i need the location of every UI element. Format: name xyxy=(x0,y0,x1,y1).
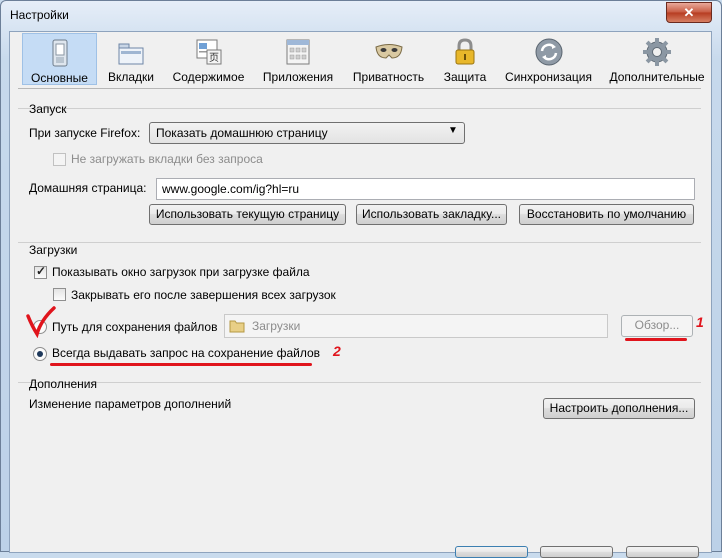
homepage-label: Домашняя страница: xyxy=(29,181,147,195)
homepage-value: www.google.com/ig?hl=ru xyxy=(162,182,300,196)
show-downloads-window-checkbox[interactable] xyxy=(34,264,47,279)
startup-section-title: Запуск xyxy=(29,102,67,116)
annotation-number-2: 2 xyxy=(333,343,341,359)
annotation-number-1: 1 xyxy=(696,314,704,330)
ok-button[interactable] xyxy=(455,546,528,558)
svg-text:页: 页 xyxy=(209,52,219,64)
chevron-down-icon: ▼ xyxy=(448,125,458,136)
close-icon: ✕ xyxy=(683,5,695,20)
tab-label: Защита xyxy=(443,70,487,84)
toolbar-separator xyxy=(18,88,701,89)
content-icon: 页 xyxy=(196,39,221,65)
cancel-button[interactable] xyxy=(540,546,613,558)
tab-privacy[interactable]: Приватность xyxy=(350,33,427,85)
on-start-select[interactable]: Показать домашнюю страницу ▼ xyxy=(149,122,465,144)
close-button[interactable]: ✕ xyxy=(666,2,712,23)
downloads-section-title: Загрузки xyxy=(29,243,78,257)
downloads-group-line xyxy=(18,242,701,243)
window-title: Настройки xyxy=(10,8,69,22)
gear-icon xyxy=(643,38,671,66)
tab-security[interactable]: Защита xyxy=(438,33,492,85)
sync-icon xyxy=(535,38,562,66)
folder-icon xyxy=(229,320,245,333)
addons-group-line xyxy=(18,382,701,383)
main-switch-icon xyxy=(52,39,67,67)
show-downloads-window-label: Показывать окно загрузок при загрузке фа… xyxy=(52,265,310,279)
homepage-input[interactable]: www.google.com/ig?hl=ru xyxy=(156,178,695,200)
title-bar[interactable]: Настройки ✕ xyxy=(1,1,721,29)
use-current-page-button[interactable]: Использовать текущую страницу xyxy=(149,204,346,225)
tab-sync[interactable]: Синхронизация xyxy=(501,33,596,85)
on-start-value: Показать домашнюю страницу xyxy=(156,126,328,140)
close-after-downloads-label: Закрывать его после завершения всех загр… xyxy=(71,288,336,302)
addons-section-title: Дополнения xyxy=(29,377,97,391)
dont-load-tabs-label: Не загружать вкладки без запроса xyxy=(71,152,263,166)
configure-addons-button[interactable]: Настроить дополнения... xyxy=(543,398,695,419)
applications-icon xyxy=(286,39,310,65)
checkmark-annotation xyxy=(26,306,56,338)
use-bookmark-button[interactable]: Использовать закладку... xyxy=(356,204,507,225)
always-ask-radio[interactable] xyxy=(33,347,47,361)
tab-content[interactable]: 页 Содержимое xyxy=(169,33,248,85)
underline-annotation-1 xyxy=(625,338,687,341)
tab-applications[interactable]: Приложения xyxy=(259,33,337,85)
close-after-downloads-checkbox[interactable] xyxy=(53,288,66,301)
underline-annotation-2 xyxy=(50,363,312,366)
restore-default-button[interactable]: Восстановить по умолчанию xyxy=(519,204,694,225)
save-path-field[interactable]: Загрузки xyxy=(224,314,608,338)
tab-label: Основные xyxy=(31,71,88,85)
dialog-client-area: Основные Вкладки 页 Содержимое Приложения… xyxy=(9,31,712,558)
tab-label: Содержимое xyxy=(172,70,245,84)
tab-label: Дополнительные xyxy=(609,70,705,84)
on-start-label: При запуске Firefox: xyxy=(29,126,141,140)
settings-window: Настройки ✕ Основные Вкладки 页 Содержимо… xyxy=(0,0,722,558)
addons-description: Изменение параметров дополнений xyxy=(29,397,232,411)
browse-button[interactable]: Обзор... xyxy=(621,315,693,337)
always-ask-label: Всегда выдавать запрос на сохранение фай… xyxy=(52,346,321,360)
prefs-toolbar: Основные Вкладки 页 Содержимое Приложения… xyxy=(10,32,711,88)
tab-main[interactable]: Основные xyxy=(22,33,97,85)
tab-tabs[interactable]: Вкладки xyxy=(105,33,157,85)
startup-group-line xyxy=(18,108,701,109)
tab-label: Вкладки xyxy=(107,70,155,84)
dont-load-tabs-checkbox[interactable] xyxy=(53,153,66,166)
tab-advanced[interactable]: Дополнительные xyxy=(606,33,708,85)
tab-label: Синхронизация xyxy=(505,70,592,84)
tab-label: Приложения xyxy=(262,70,334,84)
lock-icon xyxy=(455,38,475,65)
tab-label: Приватность xyxy=(352,70,425,84)
help-button[interactable] xyxy=(626,546,699,558)
privacy-mask-icon xyxy=(374,44,403,59)
save-path-label: Путь для сохранения файлов xyxy=(52,320,218,334)
tabs-icon xyxy=(118,43,144,65)
save-path-value: Загрузки xyxy=(252,319,301,333)
